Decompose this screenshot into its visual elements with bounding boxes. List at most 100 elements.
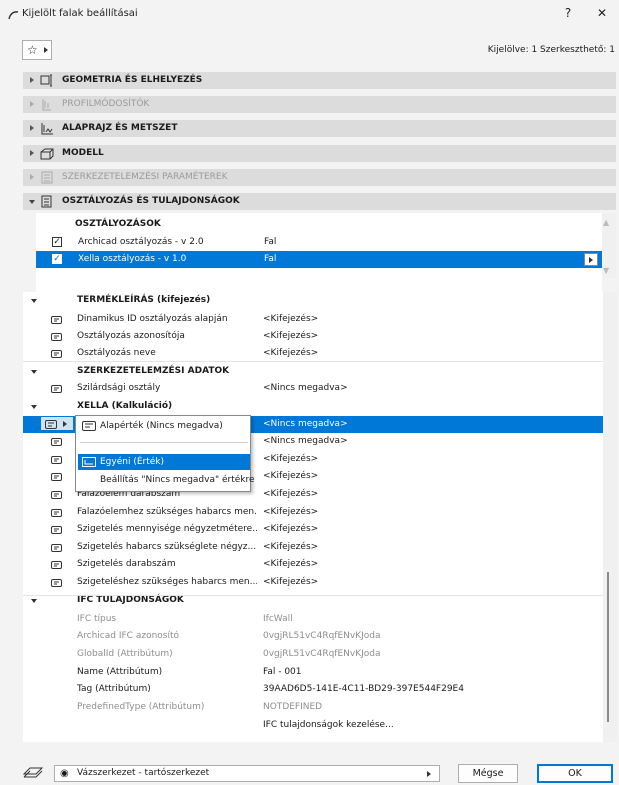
- chevron-down-icon[interactable]: [31, 370, 37, 374]
- scroll-down-icon[interactable]: ▼: [603, 266, 609, 275]
- property-value[interactable]: <Kifejezés>: [263, 504, 603, 521]
- properties-scrollbar[interactable]: [603, 292, 617, 742]
- value-type-button[interactable]: [40, 416, 74, 431]
- expression-icon[interactable]: [51, 473, 62, 481]
- property-row[interactable]: IFC típus IfcWall: [23, 611, 603, 628]
- favorites-button[interactable]: ☆: [22, 40, 52, 60]
- property-row[interactable]: Dinamikus ID osztályozás alapján <Kifejez…: [23, 311, 603, 328]
- property-row[interactable]: Szigetelés habarcs szükséglete négyz... <…: [23, 539, 603, 556]
- property-value[interactable]: <Kifejezés>: [263, 468, 603, 485]
- property-value[interactable]: 0vgjRL51vC4RqfENvKJoda: [263, 628, 603, 645]
- section-label: ALAPRAJZ ÉS METSZET: [62, 123, 178, 133]
- property-value[interactable]: IFC tulajdonságok kezelése...: [263, 717, 603, 734]
- property-group-row[interactable]: TERMÉKLEÍRÁS (kifejezés): [23, 292, 603, 309]
- property-row[interactable]: Szigeteléshez szükséges habarcs men... <K…: [23, 574, 603, 591]
- property-row[interactable]: Osztályozás azonosítója <Kifejezés>: [23, 328, 603, 345]
- expression-icon[interactable]: [51, 544, 62, 552]
- property-name: Szilárdsági osztály: [77, 383, 161, 393]
- property-row[interactable]: GlobalId (Attribútum) 0vgjRL51vC4RqfENvKJ…: [23, 646, 603, 663]
- close-button[interactable]: ✕: [592, 6, 612, 24]
- property-row[interactable]: Szigetelés mennyisége négyzetmétere... <K…: [23, 521, 603, 538]
- window-title: Kijelölt falak beállításai: [22, 8, 138, 19]
- property-value[interactable]: <Kifejezés>: [263, 345, 603, 362]
- expression-icon[interactable]: [51, 333, 62, 341]
- property-name: Osztályozás azonosítója: [77, 331, 185, 341]
- property-value[interactable]: IfcWall: [263, 611, 603, 628]
- property-value[interactable]: 0vgjRL51vC4RqfENvKJoda: [263, 646, 603, 663]
- expression-icon[interactable]: [51, 385, 62, 393]
- classification-name: Xella osztályozás - v 1.0: [78, 254, 187, 264]
- property-value[interactable]: <Kifejezés>: [263, 574, 603, 591]
- ok-button[interactable]: OK: [537, 764, 613, 783]
- scroll-up-icon[interactable]: ▲: [603, 218, 609, 227]
- eye-icon: ◉: [60, 768, 69, 779]
- expression-icon[interactable]: [51, 526, 62, 534]
- classification-name: Archicad osztályozás - v 2.0: [78, 237, 204, 247]
- expression-icon[interactable]: [51, 350, 62, 358]
- property-row[interactable]: Szilárdsági osztály <Nincs megadva>: [23, 380, 603, 397]
- layer-selector[interactable]: ◉ Vázszerkezet - tartószerkezet: [54, 765, 440, 782]
- property-group-row[interactable]: XELLA (Kalkuláció): [23, 398, 603, 415]
- popup-item-default[interactable]: Alapérték (Nincs megadva): [78, 418, 250, 434]
- expression-icon[interactable]: [51, 316, 62, 324]
- property-row[interactable]: Tag (Attribútum) 39AAD6D5-141E-4C11-BD29-…: [23, 681, 603, 698]
- cancel-button[interactable]: Mégse: [458, 764, 518, 783]
- property-row[interactable]: Falazóelemhez szükséges habarcs men... <K…: [23, 504, 603, 521]
- expression-icon[interactable]: [51, 561, 62, 569]
- property-row[interactable]: IFC tulajdonságok kezelése...: [23, 717, 603, 734]
- chevron-down-icon[interactable]: [31, 599, 37, 603]
- checkbox-checked[interactable]: ✓: [52, 254, 62, 264]
- property-value[interactable]: <Kifejezés>: [263, 521, 603, 538]
- section-label: OSZTÁLYOZÁS ÉS TULAJDONSÁGOK: [62, 196, 240, 206]
- property-value[interactable]: <Kifejezés>: [263, 556, 603, 573]
- checkbox-checked[interactable]: ✓: [52, 237, 62, 247]
- property-name: Dinamikus ID osztályozás alapján: [77, 314, 228, 324]
- chevron-right-icon: [589, 257, 593, 263]
- property-row[interactable]: Archicad IFC azonosító 0vgjRL51vC4RqfENvK…: [23, 628, 603, 645]
- property-name: PredefinedType (Attribútum): [77, 702, 205, 712]
- expression-icon[interactable]: [51, 491, 62, 499]
- property-value[interactable]: <Kifejezés>: [263, 311, 603, 328]
- property-row[interactable]: Name (Attribútum) Fal - 001: [23, 664, 603, 681]
- property-row[interactable]: Osztályozás neve <Kifejezés>: [23, 345, 603, 362]
- property-value[interactable]: <Kifejezés>: [263, 451, 603, 468]
- popup-item-custom[interactable]: Egyéni (Érték): [78, 454, 250, 470]
- section-model[interactable]: MODELL: [23, 145, 616, 162]
- chevron-down-icon[interactable]: [31, 299, 37, 303]
- property-name: Name (Attribútum): [77, 667, 163, 677]
- property-value[interactable]: NOTDEFINED: [263, 699, 603, 716]
- help-button[interactable]: ?: [558, 6, 578, 24]
- property-value[interactable]: <Nincs megadva>: [263, 380, 603, 397]
- property-value[interactable]: 39AAD6D5-141E-4C11-BD29-397E544F29E4: [263, 681, 603, 698]
- classification-icon: [41, 195, 52, 208]
- property-name: GlobalId (Attribútum): [77, 649, 173, 659]
- default-value-icon: [82, 421, 96, 431]
- property-value[interactable]: <Kifejezés>: [263, 328, 603, 345]
- expression-icon[interactable]: [51, 438, 62, 446]
- property-group-row[interactable]: SZERKEZETELEMZÉSI ADATOK: [23, 363, 603, 380]
- expression-icon[interactable]: [51, 509, 62, 517]
- popup-item-label: Beállítás "Nincs megadva" értékre: [100, 475, 255, 485]
- value-type-popup-menu: Alapérték (Nincs megadva) Egyéni (Érték)…: [75, 415, 255, 492]
- property-row[interactable]: PredefinedType (Attribútum) NOTDEFINED: [23, 699, 603, 716]
- chevron-down-icon[interactable]: [31, 405, 37, 409]
- classification-row-selected[interactable]: ✓ Xella osztályozás - v 1.0 Fal: [36, 251, 602, 268]
- scrollbar-thumb[interactable]: [607, 572, 609, 722]
- property-value[interactable]: <Nincs megadva>: [263, 433, 603, 450]
- property-value[interactable]: <Kifejezés>: [263, 539, 603, 556]
- popup-item-set-undefined[interactable]: Beállítás "Nincs megadva" értékre: [78, 472, 255, 488]
- classification-row[interactable]: ✓ Archicad osztályozás - v 2.0 Fal: [36, 234, 602, 251]
- section-label: PROFILMÓDOSÍTÓK: [62, 99, 150, 109]
- section-floorplan[interactable]: ALAPRAJZ ÉS METSZET: [23, 120, 616, 137]
- property-value[interactable]: Fal - 001: [263, 664, 603, 681]
- floorplan-icon: [41, 123, 53, 135]
- section-geometry[interactable]: GEOMETRIA ÉS ELHELYEZÉS: [23, 72, 616, 89]
- expression-icon[interactable]: [51, 456, 62, 464]
- property-name: Szigeteléshez szükséges habarcs men...: [77, 577, 257, 587]
- property-value[interactable]: <Nincs megadva>: [263, 416, 603, 433]
- section-classification-properties[interactable]: OSZTÁLYOZÁS ÉS TULAJDONSÁGOK: [23, 193, 616, 210]
- property-row[interactable]: Szigetelés darabszám <Kifejezés>: [23, 556, 603, 573]
- property-value[interactable]: <Kifejezés>: [263, 486, 603, 503]
- expression-icon[interactable]: [51, 579, 62, 587]
- classification-picker-button[interactable]: [584, 253, 598, 266]
